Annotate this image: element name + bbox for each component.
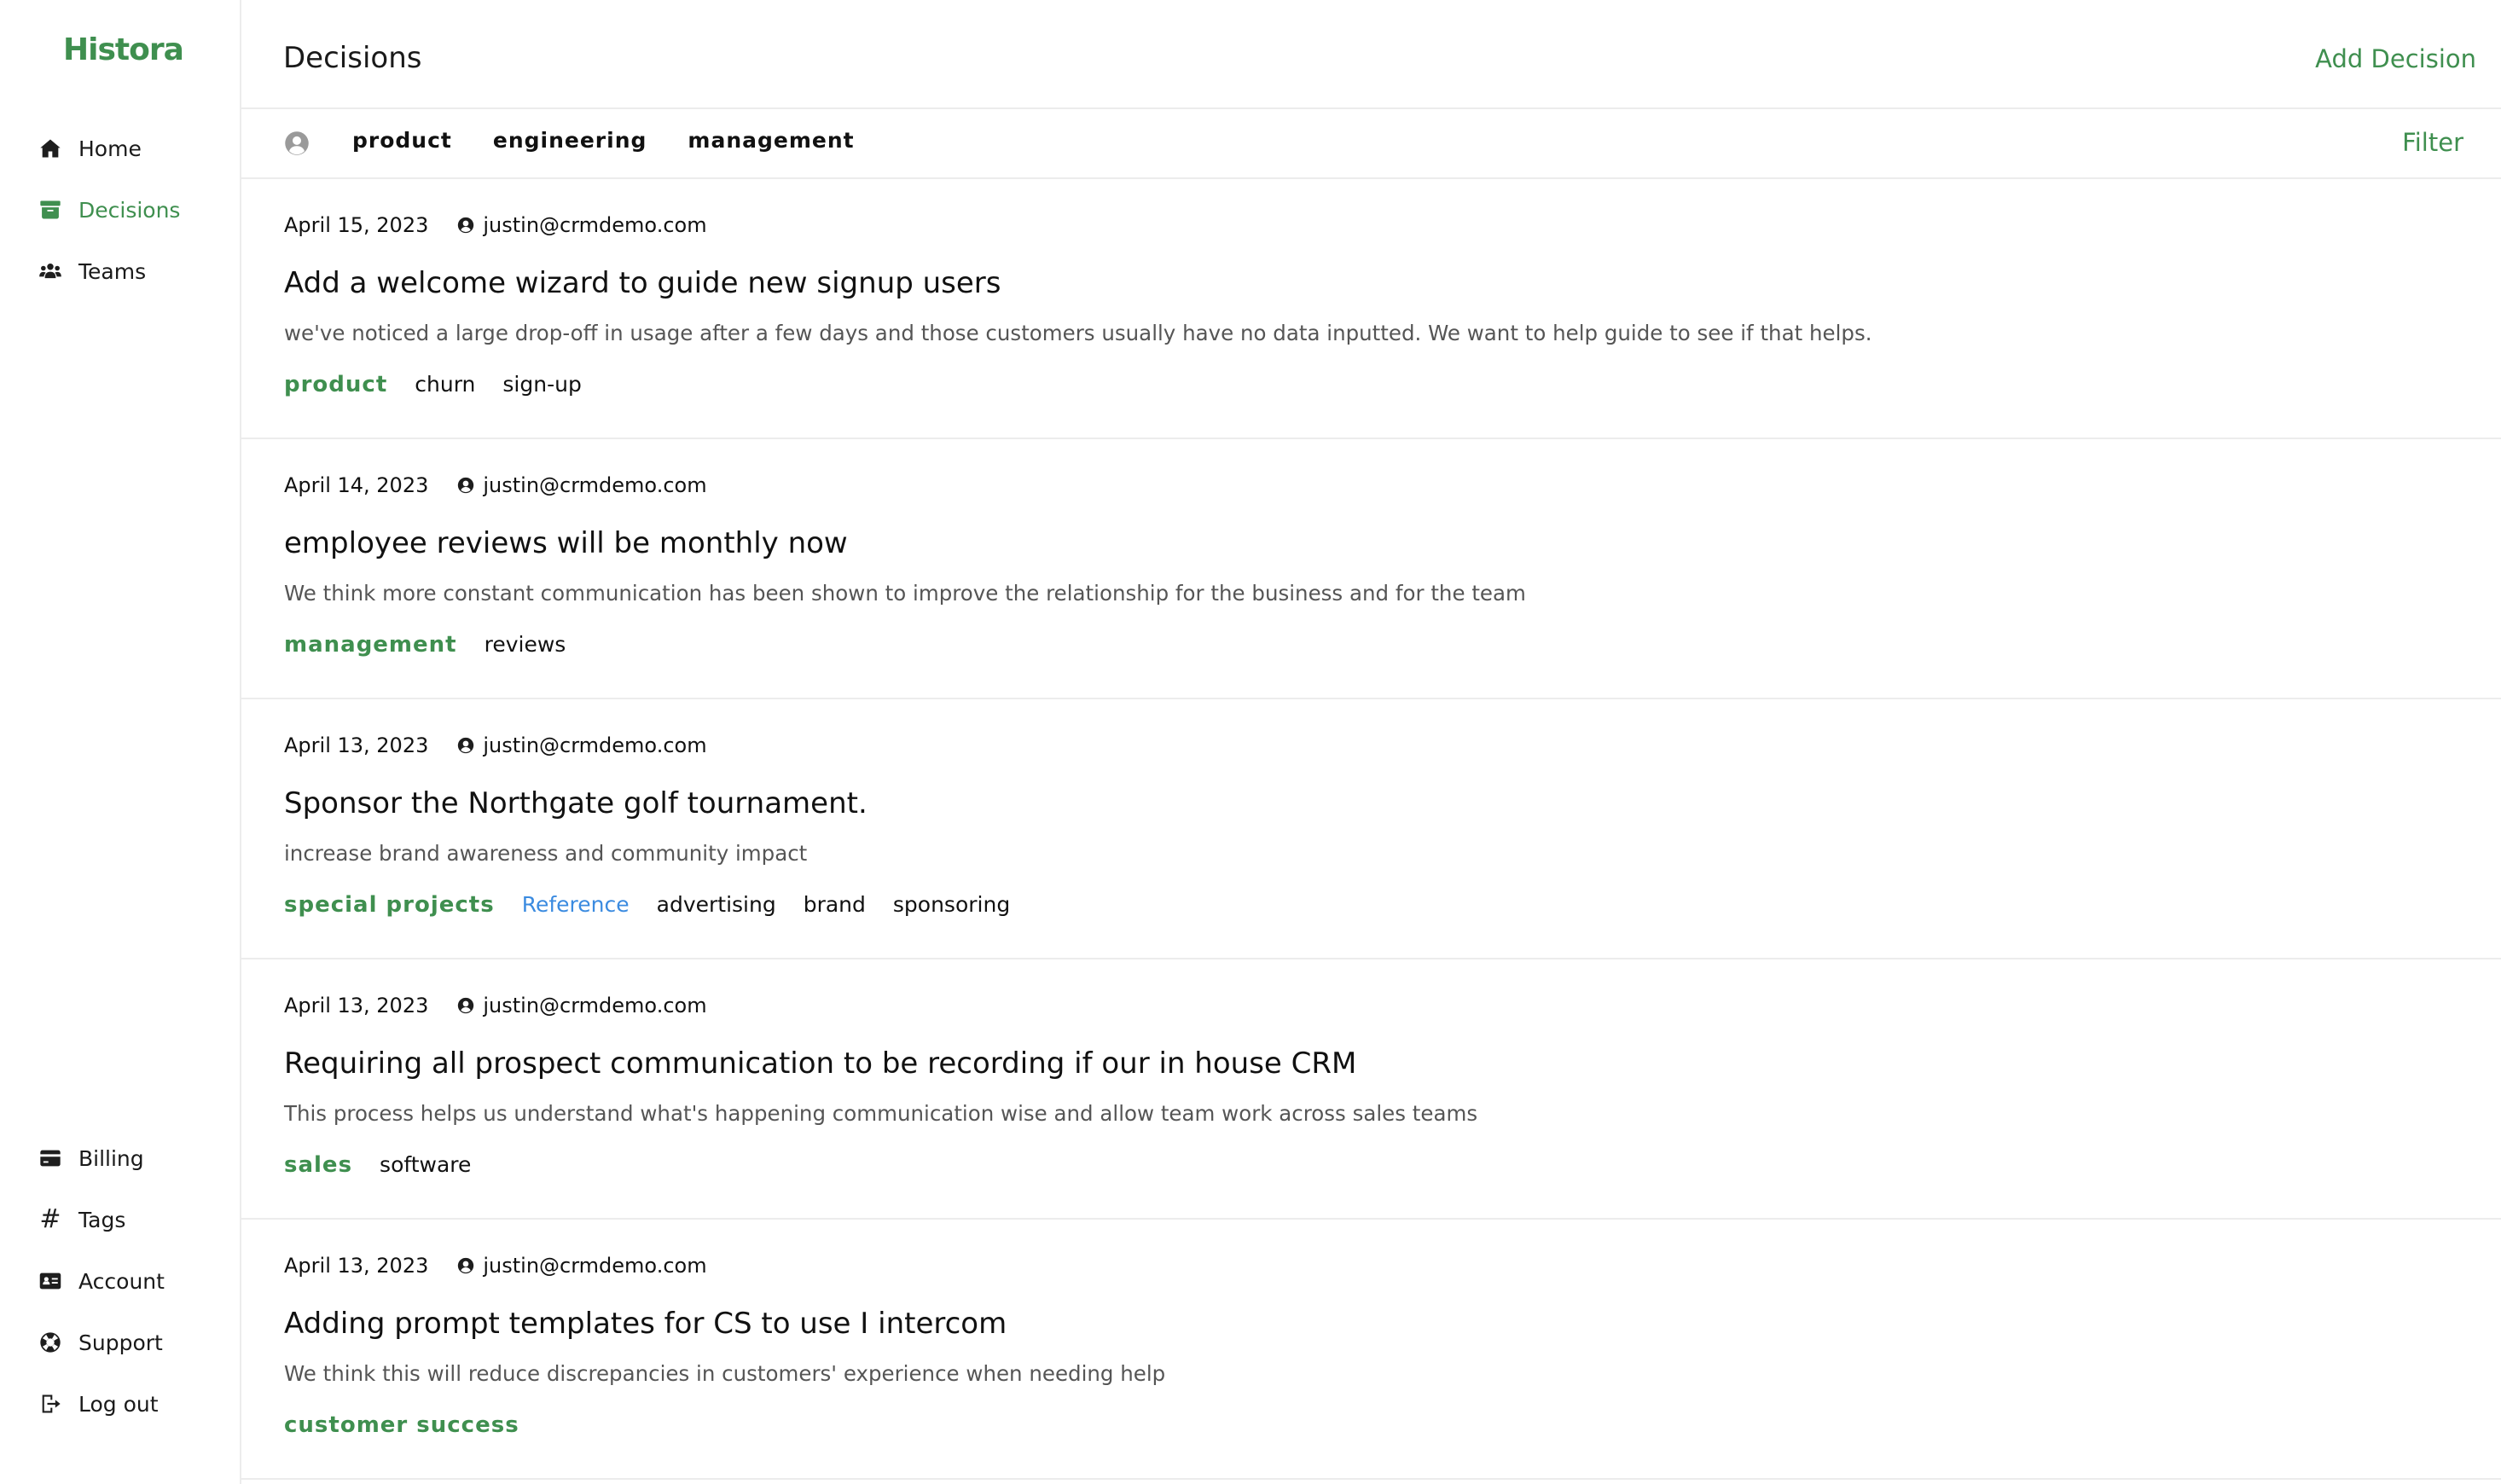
user-circle-icon [458, 737, 474, 754]
sidebar: Histora Home Decisions Teams Billing # T… [0, 0, 241, 1484]
decision-row[interactable]: April 13, 2023 justin@crmdemo.com Adding… [241, 1220, 2501, 1480]
decision-meta: April 14, 2023 justin@crmdemo.com [284, 473, 707, 497]
author-email: justin@crmdemo.com [483, 473, 707, 497]
decision-title[interactable]: Sponsor the Northgate golf tournament. [284, 786, 868, 820]
author-email: justin@crmdemo.com [483, 213, 707, 237]
decision-meta: April 13, 2023 justin@crmdemo.com [284, 994, 707, 1017]
decision-title[interactable]: employee reviews will be monthly now [284, 526, 848, 560]
decision-list: April 15, 2023 justin@crmdemo.com Add a … [241, 179, 2501, 1480]
home-icon [38, 136, 63, 161]
page-title: Decisions [283, 41, 422, 75]
hashtag-icon: # [39, 1204, 61, 1234]
decision-author: justin@crmdemo.com [457, 1254, 707, 1278]
sidebar-item-billing[interactable]: Billing [38, 1139, 144, 1177]
decision-date: April 13, 2023 [284, 1254, 429, 1278]
decision-description: increase brand awareness and community i… [284, 841, 808, 866]
tag[interactable]: churn [415, 372, 475, 397]
sidebar-item-label: Teams [78, 258, 147, 284]
decision-date: April 14, 2023 [284, 473, 429, 497]
archive-icon [38, 197, 63, 223]
decision-meta: April 13, 2023 justin@crmdemo.com [284, 1254, 707, 1278]
team-tag[interactable]: sales [284, 1152, 352, 1178]
filter-bar: product engineering management Filter [241, 109, 2501, 179]
tag[interactable]: sign-up [502, 372, 581, 397]
team-tag[interactable]: product [284, 372, 387, 397]
sidebar-item-tags[interactable]: # Tags [38, 1201, 125, 1238]
add-decision-button[interactable]: Add Decision [2315, 44, 2476, 73]
user-circle-icon [458, 217, 474, 234]
decision-description: This process helps us understand what's … [284, 1101, 1478, 1126]
sidebar-item-label: Log out [78, 1391, 159, 1417]
sidebar-item-account[interactable]: Account [38, 1262, 165, 1300]
logout-icon [38, 1391, 63, 1417]
decision-description: we've noticed a large drop-off in usage … [284, 321, 1872, 345]
sidebar-item-label: Home [78, 136, 142, 161]
sidebar-item-teams[interactable]: Teams [38, 252, 146, 290]
author-email: justin@crmdemo.com [483, 994, 707, 1017]
id-card-icon [38, 1268, 63, 1294]
decision-meta: April 15, 2023 justin@crmdemo.com [284, 213, 707, 237]
users-icon [38, 258, 63, 284]
lifebuoy-icon [38, 1330, 63, 1355]
decision-title[interactable]: Add a welcome wizard to guide new signup… [284, 266, 1001, 300]
app-logo[interactable]: Histora [63, 32, 184, 67]
page-header: Decisions Add Decision [241, 0, 2501, 109]
team-tag[interactable]: management [284, 632, 457, 658]
decision-tags: sales software [284, 1152, 471, 1178]
tag[interactable]: brand [804, 892, 866, 917]
team-tag[interactable]: customer success [284, 1412, 519, 1438]
decision-title[interactable]: Requiring all prospect communication to … [284, 1046, 1356, 1081]
decision-date: April 13, 2023 [284, 994, 429, 1017]
filter-tag-engineering[interactable]: engineering [493, 128, 647, 153]
user-filter-icon[interactable] [284, 130, 310, 156]
decision-description: We think this will reduce discrepancies … [284, 1361, 1166, 1386]
sidebar-item-decisions[interactable]: Decisions [38, 191, 180, 229]
sidebar-item-label: Decisions [78, 197, 181, 223]
decision-tags: management reviews [284, 632, 566, 658]
sidebar-item-home[interactable]: Home [38, 130, 142, 167]
decision-meta: April 13, 2023 justin@crmdemo.com [284, 733, 707, 757]
author-email: justin@crmdemo.com [483, 733, 707, 757]
sidebar-item-label: Account [78, 1268, 165, 1294]
decision-row[interactable]: April 14, 2023 justin@crmdemo.com employ… [241, 439, 2501, 699]
decision-date: April 15, 2023 [284, 213, 429, 237]
reference-link[interactable]: Reference [522, 892, 630, 917]
decision-tags: product churn sign-up [284, 372, 582, 397]
decision-row[interactable]: April 13, 2023 justin@crmdemo.com Requir… [241, 959, 2501, 1220]
team-filter-tags: product engineering management [352, 128, 855, 153]
author-email: justin@crmdemo.com [483, 1254, 707, 1278]
decision-description: We think more constant communication has… [284, 581, 1526, 606]
main-content: Decisions Add Decision product engineeri… [241, 0, 2501, 1484]
tag[interactable]: reviews [485, 632, 566, 657]
user-circle-icon [458, 1257, 474, 1274]
decision-author: justin@crmdemo.com [457, 473, 707, 497]
tag[interactable]: software [380, 1152, 471, 1177]
decision-row[interactable]: April 13, 2023 justin@crmdemo.com Sponso… [241, 699, 2501, 959]
decision-date: April 13, 2023 [284, 733, 429, 757]
decision-author: justin@crmdemo.com [457, 213, 707, 237]
sidebar-item-label: Tags [78, 1207, 126, 1232]
sidebar-item-label: Support [78, 1330, 163, 1355]
sidebar-item-label: Billing [78, 1145, 144, 1171]
credit-card-icon [38, 1145, 63, 1171]
user-circle-icon [458, 477, 474, 494]
user-circle-icon [458, 997, 474, 1014]
decision-title[interactable]: Adding prompt templates for CS to use I … [284, 1307, 1007, 1341]
sidebar-item-support[interactable]: Support [38, 1324, 163, 1361]
filter-tag-product[interactable]: product [352, 128, 452, 153]
team-tag[interactable]: special projects [284, 892, 495, 918]
tag[interactable]: sponsoring [893, 892, 1010, 917]
decision-tags: special projects Reference advertising b… [284, 892, 1010, 918]
decision-author: justin@crmdemo.com [457, 994, 707, 1017]
sidebar-item-logout[interactable]: Log out [38, 1385, 159, 1423]
decision-row[interactable]: April 15, 2023 justin@crmdemo.com Add a … [241, 179, 2501, 439]
decision-author: justin@crmdemo.com [457, 733, 707, 757]
filter-button[interactable]: Filter [2402, 128, 2463, 157]
decision-tags: customer success [284, 1412, 519, 1438]
tag[interactable]: advertising [657, 892, 776, 917]
filter-tag-management[interactable]: management [688, 128, 854, 153]
